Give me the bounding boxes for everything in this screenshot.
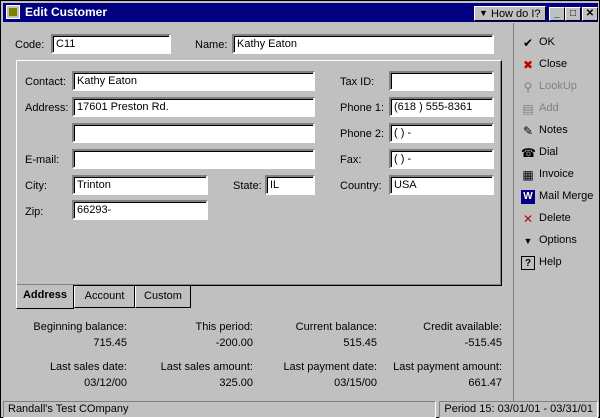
add-button[interactable]: ▤ Add (519, 99, 600, 119)
status-company: Randall's Test COmpany (3, 401, 436, 418)
phone2-label: Phone 2: (340, 128, 385, 140)
magnifier-icon: ⚲ (523, 80, 533, 94)
last-payment-date-label: Last payment date: (283, 361, 377, 373)
notes-button[interactable]: ✎ Notes (519, 121, 600, 141)
title-bar: Edit Customer ▼ How do I? _ □ ✕ (3, 3, 598, 22)
current-balance-label: Current balance: (295, 321, 377, 333)
last-payment-date-value: 03/15/00 (334, 377, 377, 389)
address-tab-panel (16, 60, 502, 286)
help-icon: ? (521, 256, 535, 270)
status-period: Period 15: 03/01/01 - 03/31/01 (439, 401, 598, 418)
checkmark-icon: ✔ (522, 36, 534, 50)
delete-button[interactable]: ✕ Delete (519, 209, 600, 229)
phone2-field[interactable]: ( ) - (389, 123, 494, 143)
delete-x-icon: ✕ (522, 212, 534, 226)
beginning-balance-value: 715.45 (93, 337, 127, 349)
add-document-icon: ▤ (522, 102, 534, 116)
last-sales-amount-value: 325.00 (219, 377, 253, 389)
invoice-button[interactable]: ▦ Invoice (519, 165, 600, 185)
maximize-button[interactable]: □ (565, 7, 581, 21)
city-label: City: (25, 180, 47, 192)
triangle-down-icon: ▼ (479, 8, 488, 18)
how-do-i-button[interactable]: ▼ How do I? (474, 6, 546, 21)
email-label: E-mail: (25, 154, 60, 166)
name-label: Name: (195, 39, 228, 51)
close-button[interactable]: ✖ Close (519, 55, 600, 75)
minimize-button[interactable]: _ (549, 7, 565, 21)
email-field[interactable] (72, 149, 315, 169)
invoice-icon: ▦ (522, 168, 534, 182)
last-payment-amount-label: Last payment amount: (393, 361, 502, 373)
tab-account[interactable]: Account (74, 286, 135, 308)
name-field[interactable]: Kathy Eaton (232, 34, 494, 54)
notes-icon: ✎ (522, 124, 534, 138)
beginning-balance-label: Beginning balance: (33, 321, 127, 333)
country-label: Country: (340, 180, 382, 192)
window-title: Edit Customer (25, 5, 108, 19)
action-sidebar: ✔ OK ✖ Close ⚲ LookUp ▤ Add ✎ Notes ☎ Di… (513, 23, 599, 401)
this-period-label: This period: (195, 321, 253, 333)
phone-icon: ☎ (521, 146, 536, 160)
country-field[interactable]: USA (389, 175, 494, 195)
address-label: Address: (25, 102, 69, 114)
zip-label: Zip: (25, 206, 44, 218)
options-button[interactable]: ▼ Options (519, 231, 600, 251)
credit-available-label: Credit available: (423, 321, 502, 333)
mail-merge-button[interactable]: W Mail Merge (519, 187, 600, 207)
fax-field[interactable]: ( ) - (389, 149, 494, 169)
word-icon: W (521, 190, 535, 204)
phone1-label: Phone 1: (340, 102, 385, 114)
address-line1-field[interactable]: 17601 Preston Rd. (72, 97, 315, 117)
zip-field[interactable]: 66293- (72, 200, 208, 220)
contact-field[interactable]: Kathy Eaton (72, 71, 315, 91)
code-field[interactable]: C11 (51, 34, 171, 54)
last-sales-amount-label: Last sales amount: (160, 361, 253, 373)
close-window-button[interactable]: ✕ (582, 7, 598, 21)
tax-id-field[interactable] (389, 71, 494, 91)
state-label: State: (233, 180, 262, 192)
phone1-field[interactable]: (618 ) 555-8361 (389, 97, 494, 117)
tab-address[interactable]: Address (16, 285, 74, 309)
edit-customer-window: Edit Customer ▼ How do I? _ □ ✕ Code: C1… (0, 0, 600, 418)
last-sales-date-value: 03/12/00 (84, 377, 127, 389)
address-line2-field[interactable] (72, 123, 315, 143)
dial-button[interactable]: ☎ Dial (519, 143, 600, 163)
lookup-button[interactable]: ⚲ LookUp (519, 77, 600, 97)
credit-available-value: -515.45 (464, 337, 502, 349)
ok-button[interactable]: ✔ OK (519, 33, 600, 53)
city-field[interactable]: Trinton (72, 175, 208, 195)
this-period-value: -200.00 (215, 337, 253, 349)
state-field[interactable]: IL (265, 175, 315, 195)
contact-label: Contact: (25, 76, 66, 88)
app-icon[interactable] (6, 5, 20, 19)
triangle-down-icon: ▼ (523, 236, 533, 246)
current-balance-value: 515.45 (343, 337, 377, 349)
code-label: Code: (15, 39, 45, 51)
fax-label: Fax: (340, 154, 362, 166)
last-payment-amount-value: 661.47 (468, 377, 502, 389)
last-sales-date-label: Last sales date: (49, 361, 127, 373)
tax-id-label: Tax ID: (340, 76, 375, 88)
close-x-icon: ✖ (522, 58, 534, 72)
help-button[interactable]: ? Help (519, 253, 600, 273)
tab-custom[interactable]: Custom (135, 286, 191, 308)
